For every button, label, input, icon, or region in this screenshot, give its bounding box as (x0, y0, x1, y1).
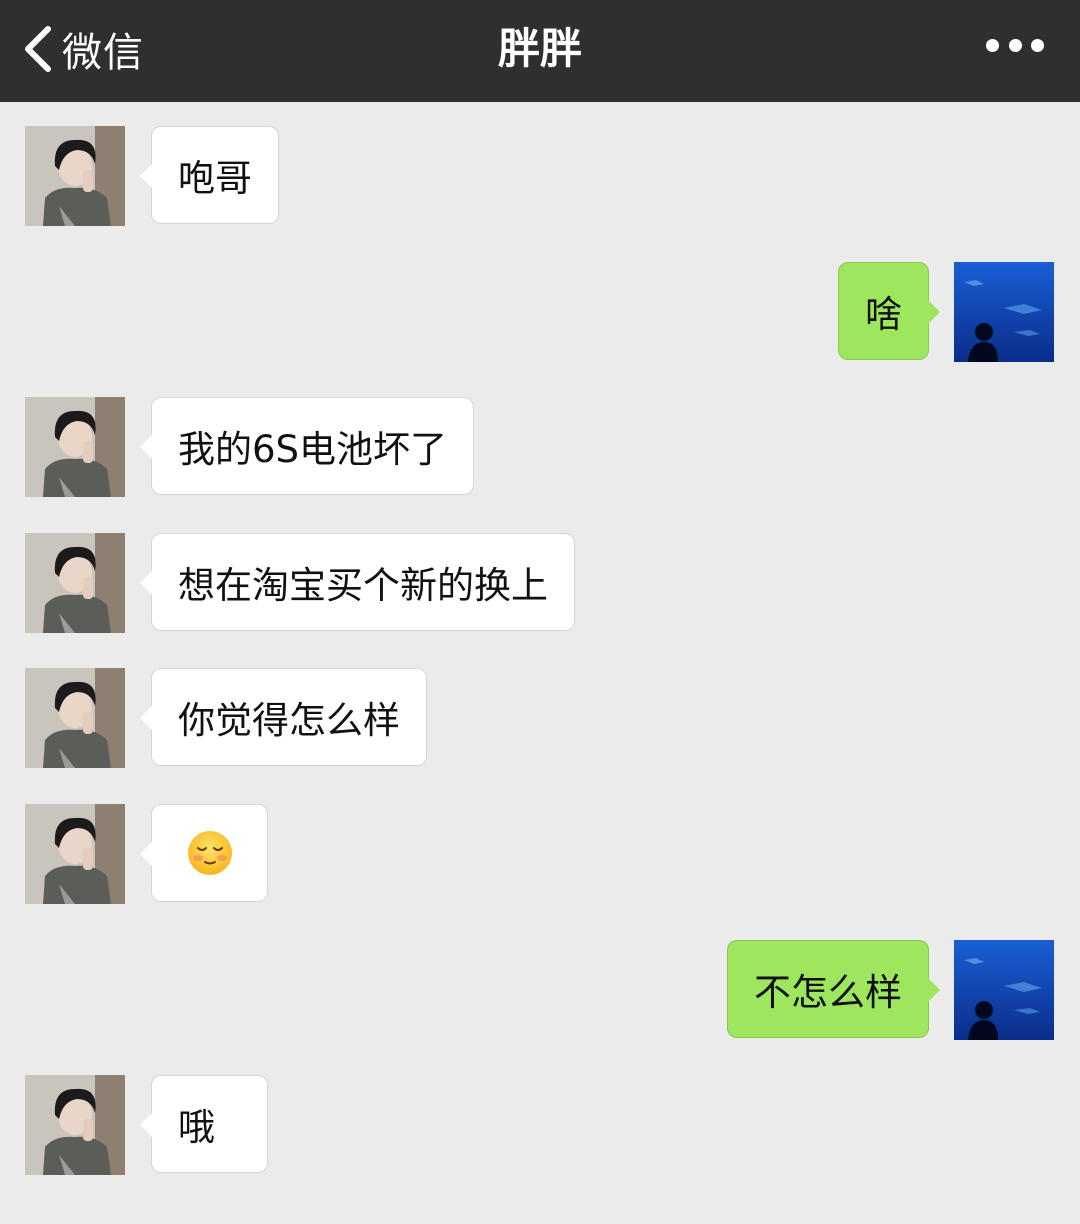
incoming-message-bubble[interactable]: 哦 (140, 1075, 268, 1173)
my-avatar[interactable] (954, 262, 1054, 362)
outgoing-message-bubble[interactable]: 不怎么样 (727, 940, 940, 1038)
message-text: 你觉得怎么样 (178, 699, 400, 742)
message-row: 哦 (0, 1075, 1080, 1175)
contact-avatar[interactable] (25, 397, 125, 497)
more-options-button[interactable] (986, 34, 1044, 56)
message-text: 想在淘宝买个新的换上 (178, 564, 548, 607)
smiling-face-emoji (187, 831, 232, 875)
more-dot (1031, 38, 1044, 52)
incoming-message-bubble[interactable] (140, 804, 268, 902)
message-row: 咆哥 (0, 126, 1080, 226)
message-row: 不怎么样 (0, 940, 1080, 1040)
contact-avatar[interactable] (25, 668, 125, 768)
message-text: 我的6S电池坏了 (178, 428, 448, 471)
message-row: 我的6S电池坏了 (0, 397, 1080, 497)
message-list[interactable]: 咆哥 啥 我的6S电池坏了 想在淘宝买个新的换上 你觉得怎么样 不怎么样 哦 (0, 102, 1080, 1224)
message-row: 啥 (0, 262, 1080, 362)
contact-avatar[interactable] (25, 804, 125, 904)
message-text: 啥 (865, 293, 902, 336)
chat-title: 胖胖 (497, 24, 582, 73)
incoming-message-bubble[interactable]: 我的6S电池坏了 (139, 397, 475, 495)
more-dots-icon (986, 38, 999, 52)
message-text: 哦 (178, 1106, 215, 1149)
my-avatar[interactable] (954, 940, 1054, 1040)
incoming-message-bubble[interactable]: 你觉得怎么样 (140, 668, 427, 766)
contact-avatar[interactable] (25, 533, 125, 633)
message-row (0, 804, 1080, 904)
message-text: 不怎么样 (754, 971, 902, 1014)
contact-avatar[interactable] (25, 126, 125, 226)
outgoing-message-bubble[interactable]: 啥 (838, 262, 940, 360)
incoming-message-bubble[interactable]: 想在淘宝买个新的换上 (140, 533, 575, 631)
contact-avatar[interactable] (25, 1075, 125, 1175)
message-text: 咆哥 (178, 157, 252, 200)
message-row: 想在淘宝买个新的换上 (0, 533, 1080, 633)
incoming-message-bubble[interactable]: 咆哥 (140, 126, 279, 224)
message-row: 你觉得怎么样 (0, 668, 1080, 768)
navigation-bar: 微信 胖胖 (0, 0, 1080, 102)
more-dot (1008, 38, 1022, 52)
